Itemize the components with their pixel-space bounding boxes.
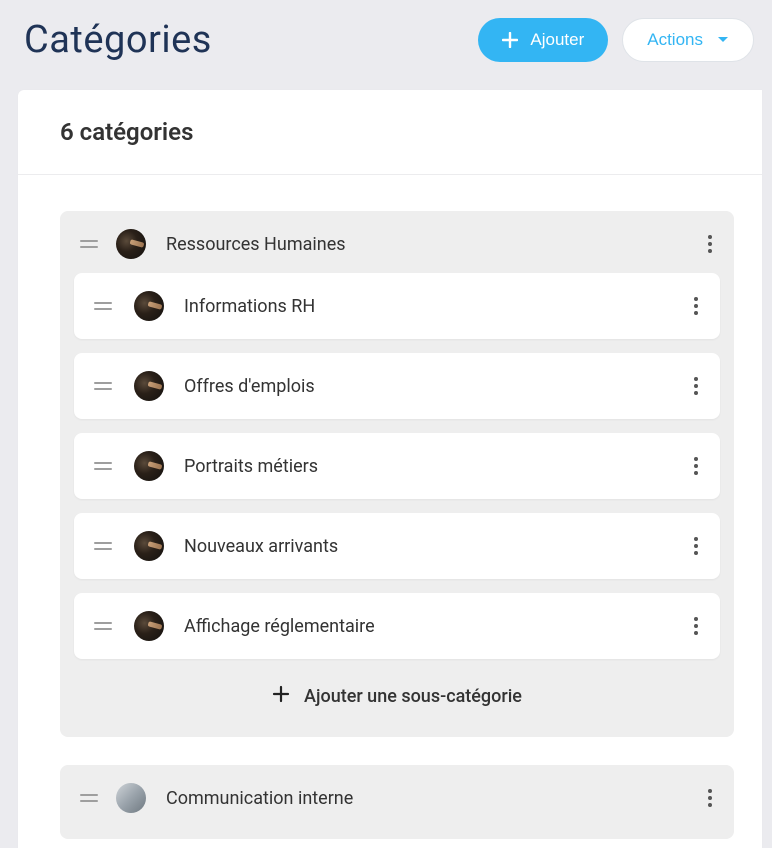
plus-icon (272, 685, 290, 707)
drag-handle-icon[interactable] (94, 622, 112, 630)
categories-count: 6 catégories (60, 118, 762, 146)
chevron-down-icon (717, 36, 729, 44)
kebab-icon[interactable] (702, 783, 718, 813)
actions-button[interactable]: Actions (622, 18, 754, 62)
add-button[interactable]: Ajouter (478, 18, 608, 62)
subcategory-row[interactable]: Informations RH (74, 273, 720, 339)
avatar (116, 229, 146, 259)
kebab-icon[interactable] (688, 531, 704, 561)
avatar (134, 371, 164, 401)
category-row[interactable]: Ressources Humaines (60, 211, 734, 273)
avatar (134, 611, 164, 641)
subcategory-label: Portraits métiers (184, 456, 688, 477)
add-button-label: Ajouter (530, 30, 584, 50)
avatar (134, 291, 164, 321)
kebab-icon[interactable] (688, 451, 704, 481)
category-group: Communication interne (60, 765, 734, 839)
kebab-icon[interactable] (702, 229, 718, 259)
category-group: Ressources Humaines Informations RH Offr… (60, 211, 734, 737)
subcategory-label: Affichage réglementaire (184, 616, 688, 637)
drag-handle-icon[interactable] (80, 794, 98, 802)
subcategory-row[interactable]: Nouveaux arrivants (74, 513, 720, 579)
category-label: Ressources Humaines (166, 234, 702, 255)
category-row[interactable]: Communication interne (60, 765, 734, 827)
add-subcategory-button[interactable]: Ajouter une sous-catégorie (60, 673, 734, 725)
drag-handle-icon[interactable] (94, 382, 112, 390)
subcategory-label: Nouveaux arrivants (184, 536, 688, 557)
kebab-icon[interactable] (688, 611, 704, 641)
categories-panel: 6 catégories Ressources Humaines Informa… (18, 90, 762, 848)
add-subcategory-label: Ajouter une sous-catégorie (304, 686, 522, 707)
subcategory-row[interactable]: Offres d'emplois (74, 353, 720, 419)
actions-button-label: Actions (647, 30, 703, 50)
page-title: Catégories (24, 18, 478, 62)
kebab-icon[interactable] (688, 371, 704, 401)
drag-handle-icon[interactable] (94, 542, 112, 550)
subcategory-row[interactable]: Portraits métiers (74, 433, 720, 499)
subcategory-label: Offres d'emplois (184, 376, 688, 397)
subcategory-row[interactable]: Affichage réglementaire (74, 593, 720, 659)
category-label: Communication interne (166, 788, 702, 809)
avatar (134, 451, 164, 481)
avatar (134, 531, 164, 561)
drag-handle-icon[interactable] (94, 462, 112, 470)
drag-handle-icon[interactable] (80, 240, 98, 248)
kebab-icon[interactable] (688, 291, 704, 321)
subcategory-label: Informations RH (184, 296, 688, 317)
drag-handle-icon[interactable] (94, 302, 112, 310)
avatar (116, 783, 146, 813)
plus-icon (502, 32, 518, 48)
